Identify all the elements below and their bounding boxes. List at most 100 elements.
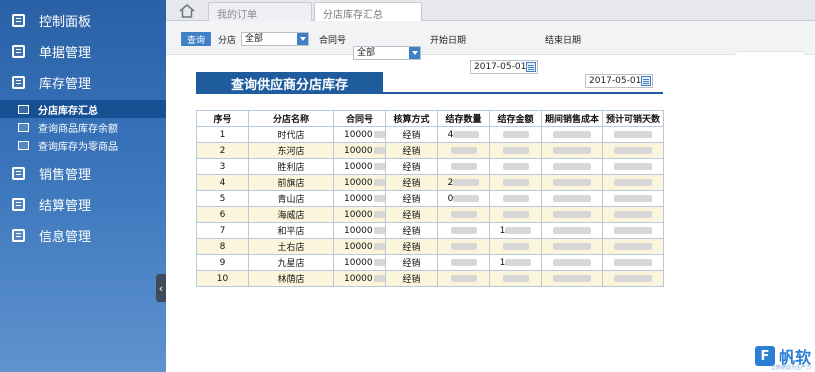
cell-days xyxy=(602,142,664,159)
query-button[interactable]: 查询 xyxy=(181,32,212,46)
cell-text: 4 xyxy=(219,177,226,188)
contract-select[interactable]: 全部 xyxy=(353,46,421,60)
cell-text: 土右店 xyxy=(277,243,305,253)
cell-contract: 10000 xyxy=(333,174,386,191)
cell-no: 1 xyxy=(196,126,249,143)
redacted-value xyxy=(553,194,591,202)
cell-text: 胜利店 xyxy=(277,163,305,173)
cell-contract: 10000 xyxy=(333,142,386,159)
document-icon xyxy=(12,45,25,58)
cell-days xyxy=(602,126,664,143)
cell-qty: 0 xyxy=(437,190,490,207)
chevron-left-icon: ‹ xyxy=(158,281,164,295)
redacted-value xyxy=(373,242,385,250)
redacted-value xyxy=(505,258,532,266)
redacted-value xyxy=(553,226,591,234)
cell-text: 10000 xyxy=(344,241,373,252)
cell-store: 胜利店 xyxy=(248,158,334,175)
column-header: 结存数量 xyxy=(437,110,490,127)
redacted-value xyxy=(614,178,652,186)
cell-text: 时代店 xyxy=(277,131,305,141)
submenu-label: 查询商品库存余额 xyxy=(38,123,118,135)
redacted-value xyxy=(450,162,477,170)
menu-label: 库存管理 xyxy=(39,77,92,92)
submenu-store-inventory-summary[interactable]: 分店库存汇总 xyxy=(0,100,166,118)
column-header: 结存金额 xyxy=(489,110,542,127)
redacted-value xyxy=(373,194,385,202)
redacted-value xyxy=(373,226,385,234)
side-panel-tab[interactable] xyxy=(735,51,805,55)
cell-cost xyxy=(541,238,603,255)
tab-my-orders[interactable]: 我的订单 xyxy=(208,2,312,21)
cell-text: 10000 xyxy=(344,145,373,156)
cell-no: 9 xyxy=(196,254,249,271)
cell-qty xyxy=(437,206,490,223)
cell-text: 经销 xyxy=(402,259,421,269)
cell-days xyxy=(602,222,664,239)
cell-cost xyxy=(541,158,603,175)
redacted-value xyxy=(614,162,652,170)
redacted-value xyxy=(502,194,529,202)
cell-amount xyxy=(489,142,542,159)
table-row: 3 胜利店 10000 经销 xyxy=(196,158,664,175)
redacted-value xyxy=(502,274,529,282)
cell-text: 10000 xyxy=(344,209,373,220)
cell-qty xyxy=(437,222,490,239)
redacted-value xyxy=(614,242,652,250)
column-header: 序号 xyxy=(196,110,249,127)
table-row: 10 林荫店 10000 经销 xyxy=(196,270,664,287)
contract-select-value: 全部 xyxy=(357,48,376,58)
cell-cost xyxy=(541,142,603,159)
submenu-label: 分店库存汇总 xyxy=(38,105,98,117)
submenu-zero-stock[interactable]: 查询库存为零商品 xyxy=(0,136,166,154)
redacted-value xyxy=(373,178,385,186)
tab-store-inventory-summary[interactable]: 分店库存汇总 xyxy=(314,2,422,21)
redacted-value xyxy=(453,194,480,202)
cell-text: 经销 xyxy=(402,227,421,237)
store-select[interactable]: 全部 xyxy=(241,32,309,46)
redacted-value xyxy=(373,130,385,138)
menu-info[interactable]: 信息管理 xyxy=(0,220,166,251)
redacted-value xyxy=(450,274,477,282)
tab-label: 我的订单 xyxy=(217,10,257,21)
cell-method: 经销 xyxy=(385,270,438,287)
menu-dashboard[interactable]: 控制面板 xyxy=(0,5,166,36)
redacted-value xyxy=(373,258,385,266)
filter-bar: 查询 分店 全部 合同号 全部 开始日期 2017-05-01 结束日期 201… xyxy=(166,21,815,88)
redacted-value xyxy=(373,146,385,154)
end-date-label: 结束日期 xyxy=(545,32,581,46)
redacted-value xyxy=(373,274,385,282)
menu-documents[interactable]: 单据管理 xyxy=(0,36,166,67)
menu-inventory[interactable]: 库存管理 xyxy=(0,67,166,98)
menu-label: 销售管理 xyxy=(39,168,92,183)
redacted-value xyxy=(553,178,591,186)
cell-cost xyxy=(541,270,603,287)
inventory-submenu: 分店库存汇总 查询商品库存余额 查询库存为零商品 xyxy=(0,98,166,158)
cell-no: 5 xyxy=(196,190,249,207)
cell-text: 10000 xyxy=(344,225,373,236)
menu-settlement[interactable]: 结算管理 xyxy=(0,189,166,220)
cell-cost xyxy=(541,254,603,271)
calendar-icon[interactable] xyxy=(526,62,536,72)
redacted-value xyxy=(553,162,591,170)
sidebar-collapse-button[interactable]: ‹ xyxy=(156,274,166,302)
cell-text: 10000 xyxy=(344,257,373,268)
cell-text: 青山店 xyxy=(277,195,305,205)
home-button[interactable] xyxy=(172,2,202,19)
menu-label: 单据管理 xyxy=(39,46,92,61)
cell-store: 海威店 xyxy=(248,206,334,223)
cell-store: 青山店 xyxy=(248,190,334,207)
redacted-value xyxy=(502,178,529,186)
cell-text: 10 xyxy=(216,273,229,284)
redacted-value xyxy=(553,258,591,266)
redacted-value xyxy=(450,210,477,218)
cell-contract: 10000 xyxy=(333,238,386,255)
submenu-inventory-balance[interactable]: 查询商品库存余额 xyxy=(0,118,166,136)
cell-store: 前旗店 xyxy=(248,174,334,191)
cell-method: 经销 xyxy=(385,190,438,207)
menu-sales[interactable]: 销售管理 xyxy=(0,158,166,189)
cell-method: 经销 xyxy=(385,174,438,191)
sidebar: 控制面板 单据管理 库存管理 分店库存汇总 查询商品库存余额 查询库存为零商品 … xyxy=(0,0,166,372)
redacted-value xyxy=(614,258,652,266)
cell-days xyxy=(602,270,664,287)
